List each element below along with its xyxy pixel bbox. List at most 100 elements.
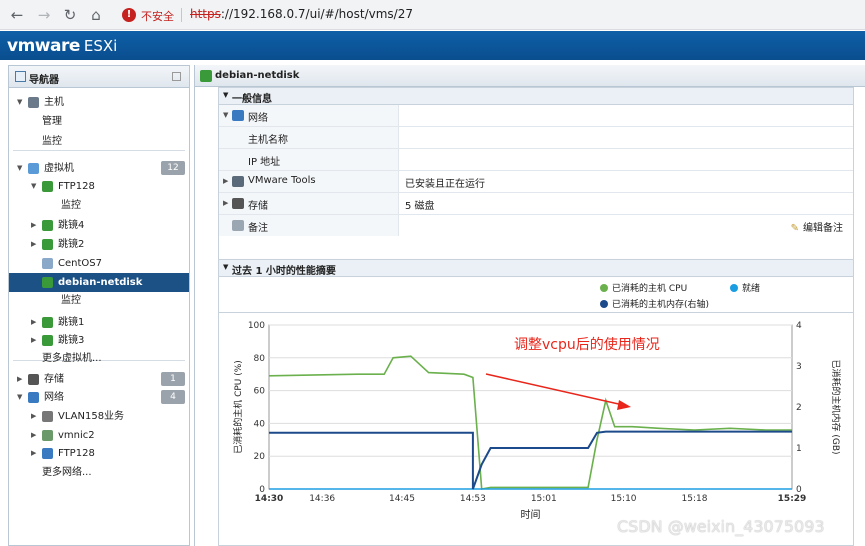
nav-item[interactable]: ▶ 跳镜3 [9,331,189,350]
expand-right-icon[interactable]: ▶ [31,331,36,350]
info-row[interactable]: ▶ 存储 5 磁盘 [219,193,853,215]
expand-down-icon[interactable]: ▼ [17,388,22,407]
info-row: 备注 ✎ 编辑备注 [219,215,853,240]
info-key: IP 地址 [248,157,281,168]
watermark: CSDN @weixin_43075093 [617,517,825,536]
navigator-title: 导航器 [29,75,59,86]
edit-notes-button[interactable]: ✎ 编辑备注 [791,219,843,234]
nav-item[interactable]: debian-netdisk [9,273,189,292]
legend-marker [600,300,608,308]
nav-item-label: 监控 [61,295,81,306]
reload-icon[interactable]: ↻ [61,6,79,24]
navigator-panel: 导航器 ▼ 主机 管理 监控 ▼ 虚拟机 12 ▼ FTP128 监控 ▶ 跳镜4 ▶ 跳镜2 CentOS… [8,65,190,546]
info-value: 5 磁盘 [405,201,435,212]
nav-item-label: 管理 [42,116,62,127]
collapse-arrow-icon[interactable]: ▼ [223,91,228,99]
x-tick-label: 15:18 [682,494,708,504]
expand-down-icon[interactable]: ▼ [17,159,22,178]
forward-arrow-icon[interactable]: → [35,6,53,24]
address-bar[interactable]: https://192.168.0.7/ui/#/host/vms/27 [190,7,413,21]
info-key-cell: ▶ 存储 [219,193,399,214]
legend-label: 就绪 [742,282,760,294]
nav-item[interactable]: ▶ vmnic2 [9,426,189,445]
expand-right-icon[interactable]: ▶ [31,407,36,426]
url-path: ://192.168.0.7/ui/#/host/vms/27 [220,7,413,21]
info-row[interactable]: ▶ VMware Tools 已安装且正在运行 [219,171,853,193]
home-icon[interactable]: ⌂ [87,6,105,24]
y-axis-label: 已消耗的主机 CPU (%) [232,360,244,454]
info-key-cell: 备注 [219,215,399,236]
nav-item[interactable]: ▶ VLAN158业务 [9,407,189,426]
storage-icon [28,374,39,385]
expand-right-icon[interactable]: ▶ [223,177,228,185]
vm-title-bar: debian-netdisk [195,65,865,87]
vm-off-icon [42,258,53,269]
nav-item-label: FTP128 [58,448,95,459]
expand-right-icon[interactable]: ▶ [31,426,36,445]
chart-annotation: 调整vcpu后的使用情况 [514,336,660,353]
app-header: vmware ESXi [0,31,865,60]
x-tick-label: 14:53 [460,494,486,504]
collapse-panel-icon[interactable] [172,72,181,81]
legend-marker [730,284,738,292]
expand-down-icon[interactable]: ▼ [223,111,228,119]
vm-title: debian-netdisk [215,70,300,81]
storage-icon [232,198,244,209]
navigator-header: 导航器 [9,66,189,88]
general-info-header[interactable]: ▼ 一般信息 [219,88,853,105]
performance-title: 过去 1 小时的性能摘要 [232,266,336,277]
expand-down-icon[interactable]: ▼ [31,177,36,196]
nav-item[interactable]: ▼ FTP128 [9,177,189,196]
expand-right-icon[interactable]: ▶ [17,370,22,389]
collapse-arrow-icon[interactable]: ▼ [223,263,228,271]
count-badge: 4 [161,390,185,404]
nav-item[interactable]: ▶ 存储 1 [9,370,189,389]
info-key-cell: ▼ 网络 [219,105,399,126]
nav-item-label: 存储 [44,374,64,385]
expand-right-icon[interactable]: ▶ [31,444,36,463]
performance-chart: 1008060402004321014:30 14:36 14:45 14:53 15:… [232,282,842,521]
expand-right-icon[interactable]: ▶ [31,313,36,332]
general-info-title: 一般信息 [232,94,272,105]
nav-item[interactable]: ▶ 跳镜2 [9,235,189,254]
url-divider [181,8,182,22]
x-tick-label: 15:01 [531,494,557,504]
nav-item[interactable]: 更多虚拟机... [9,349,189,368]
back-arrow-icon[interactable]: ← [8,6,26,24]
nav-item-label: 监控 [61,200,81,211]
tools-icon [232,176,244,187]
not-secure-label[interactable]: 不安全 [141,8,174,24]
not-secure-icon[interactable]: ! [122,8,136,22]
nav-item[interactable]: 监控 [9,196,189,215]
nav-item[interactable]: ▶ 跳镜1 [9,313,189,332]
y2-axis-label: 已消耗的主机内存 (GB) [830,359,842,454]
x-tick-label: 15:29 [778,494,807,504]
info-row: IP 地址 [219,149,853,171]
nav-item-label: debian-netdisk [58,277,143,288]
notes-icon [232,220,244,231]
vm-detail-panel: debian-netdisk ▼ 一般信息 ▼ 网络 主机名称 IP 地址 ▶ VMwar… [194,65,865,546]
brand-name: vmware [7,36,80,56]
network-icon [28,392,39,403]
nav-item[interactable]: ▶ 跳镜4 [9,216,189,235]
nav-item[interactable]: 更多网络... [9,463,189,482]
expand-right-icon[interactable]: ▶ [223,199,228,207]
edit-notes-label: 编辑备注 [803,223,843,234]
nav-item[interactable]: ▼ 虚拟机 12 [9,159,189,178]
nav-item[interactable]: ▼ 网络 4 [9,388,189,407]
info-row[interactable]: ▼ 网络 [219,105,853,127]
legend-label: 已消耗的主机内存(右轴) [612,298,709,310]
nav-item[interactable]: CentOS7 [9,254,189,273]
nav-item[interactable]: 监控 [9,132,189,151]
expand-down-icon[interactable]: ▼ [17,93,22,112]
y2-tick-label: 3 [796,362,802,372]
expand-right-icon[interactable]: ▶ [31,235,36,254]
nav-item[interactable]: ▶ FTP128 [9,444,189,463]
url-scheme: https [190,7,221,21]
nav-item[interactable]: 管理 [9,112,189,131]
nav-item[interactable]: ▼ 主机 [9,93,189,112]
expand-right-icon[interactable]: ▶ [31,216,36,235]
performance-header[interactable]: ▼ 过去 1 小时的性能摘要 [219,260,853,277]
navigator-icon [15,71,26,82]
nav-item[interactable]: 监控 [9,291,189,310]
